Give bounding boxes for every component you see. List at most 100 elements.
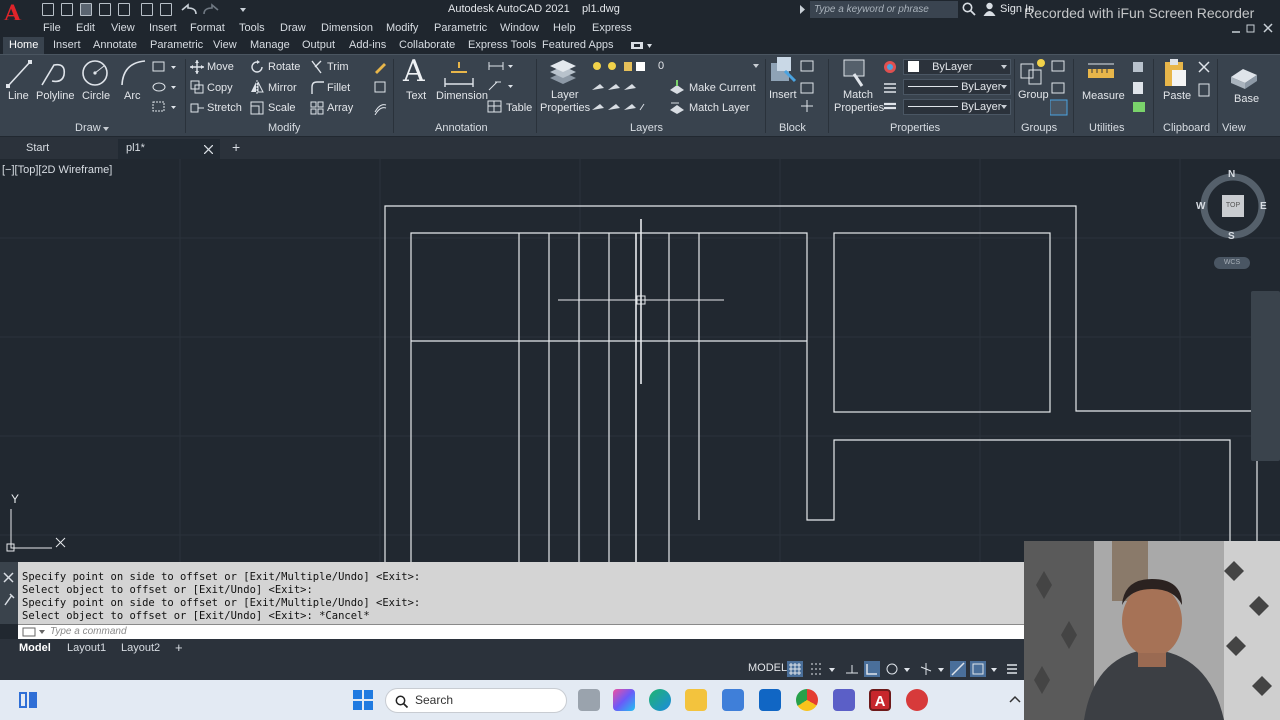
new-file-icon[interactable] [42,3,54,16]
tab-annotate[interactable]: Annotate [93,39,137,51]
file-explorer-icon[interactable] [685,689,707,711]
menu-format[interactable]: Format [190,22,225,34]
chevron-down-icon[interactable] [103,127,109,131]
command-line-controls[interactable] [3,569,15,609]
tab-layout1[interactable]: Layout1 [67,642,106,654]
autocad-taskbar-icon[interactable]: A [869,689,891,711]
isodraft-icon[interactable] [918,661,934,677]
rotate-button[interactable]: Rotate [268,61,300,73]
measure-icon[interactable] [1087,61,1115,85]
menu-file[interactable]: File [43,22,61,34]
layers-panel-title[interactable]: Layers [630,122,663,134]
text-icon[interactable]: A [403,55,425,89]
ortho-icon[interactable] [864,661,880,677]
polyline-icon[interactable] [40,59,70,89]
task-view-icon[interactable] [18,691,38,709]
plot-icon[interactable] [141,3,153,16]
snap-icon[interactable] [808,661,824,677]
compass-w[interactable]: W [1196,201,1205,212]
grid-icon[interactable] [787,661,803,677]
make-current-button[interactable]: Make Current [689,82,756,94]
dimension-button[interactable]: Dimension [436,90,488,102]
fillet-button[interactable]: Fillet [327,82,350,94]
mirror-icon[interactable] [250,80,264,94]
paste-button[interactable]: Paste [1163,90,1191,102]
drawing-canvas[interactable]: [−][Top][2D Wireframe] Y TOP N S W E WCS [0,159,1280,562]
menu-view[interactable]: View [111,22,135,34]
arc-icon[interactable] [119,58,147,88]
chevron-down-icon[interactable] [935,661,951,677]
text-button[interactable]: Text [406,90,426,102]
color-dropdown[interactable]: ByLayer [903,59,1011,75]
group-icon[interactable] [1019,58,1047,88]
close-icon[interactable] [204,145,213,154]
menu-edit[interactable]: Edit [76,22,95,34]
array-icon[interactable] [310,101,324,115]
circle-button[interactable]: Circle [82,90,110,102]
copilot-icon[interactable] [613,689,635,711]
erase-icon[interactable] [373,60,387,74]
windows-start-icon[interactable] [352,689,374,711]
compass-s[interactable]: S [1228,231,1235,242]
user-icon[interactable] [983,2,996,16]
command-input[interactable]: Type a command [18,624,1024,639]
offset-icon[interactable] [373,101,387,115]
tab-insert[interactable]: Insert [53,39,81,51]
match-properties-line2[interactable]: Properties [834,102,884,114]
layer-properties-icon[interactable] [548,58,578,88]
tab-pl1[interactable]: pl1* [118,139,220,159]
tab-featured-apps[interactable]: Featured Apps [542,39,614,51]
polar-tracking-icon[interactable] [884,661,900,677]
add-tab-button[interactable]: + [224,139,248,159]
draw-panel-title[interactable]: Draw [75,122,101,134]
chevron-right-icon[interactable] [800,5,806,14]
chevron-up-icon[interactable] [1009,695,1021,703]
object-snap-icon[interactable] [970,661,986,677]
match-properties-icon[interactable] [842,58,870,88]
clipboard-small-icons[interactable] [1197,60,1213,100]
menu-express[interactable]: Express [592,22,632,34]
viewcube[interactable]: TOP N S W E [1196,169,1267,242]
compass-n[interactable]: N [1228,169,1235,180]
layer-state-icons[interactable] [590,60,645,116]
scale-icon[interactable] [250,101,264,115]
utilities-small-icons[interactable] [1131,60,1147,116]
rotate-icon[interactable] [250,60,264,74]
edge-browser-icon[interactable] [649,689,671,711]
arc-button[interactable]: Arc [124,90,141,102]
match-layer-button[interactable]: Match Layer [689,102,750,114]
insert-block-icon[interactable] [769,57,797,87]
trim-button[interactable]: Trim [327,61,349,73]
properties-panel-title[interactable]: Properties [890,122,940,134]
tab-manage[interactable]: Manage [250,39,290,51]
teams-icon[interactable] [833,689,855,711]
menu-modify[interactable]: Modify [386,22,418,34]
table-button[interactable]: Table [506,102,532,114]
viewcube-top-face[interactable]: TOP [1222,195,1244,217]
save-icon[interactable] [80,3,92,16]
chevron-down-icon[interactable] [826,661,842,677]
microsoft-store-icon[interactable] [722,689,744,711]
search-icon[interactable] [962,2,976,16]
menu-dimension[interactable]: Dimension [321,22,373,34]
menu-help[interactable]: Help [553,22,576,34]
group-small-icons[interactable] [1050,60,1068,116]
window-controls[interactable] [1230,23,1276,34]
tab-express-tools[interactable]: Express Tools [468,39,536,51]
taskbar-search-box[interactable]: Search [385,688,567,713]
draw-tools-icons[interactable] [152,61,182,117]
group-button[interactable]: Group [1018,89,1049,101]
block-small-icons[interactable] [800,60,816,116]
copy-button[interactable]: Copy [207,82,233,94]
tab-start[interactable]: Start [18,139,57,159]
fillet-icon[interactable] [310,80,324,94]
wcs-menu[interactable]: WCS [1214,257,1250,269]
customization-menu-icon[interactable] [1004,661,1020,677]
linetype-dropdown[interactable]: ByLayer [903,79,1011,95]
block-panel-title[interactable]: Block [779,122,806,134]
open-file-icon[interactable] [61,3,73,16]
line-icon[interactable] [6,59,32,89]
undo-redo-icon[interactable] [180,3,248,17]
save-as-icon[interactable] [99,3,111,16]
tab-output[interactable]: Output [302,39,335,51]
